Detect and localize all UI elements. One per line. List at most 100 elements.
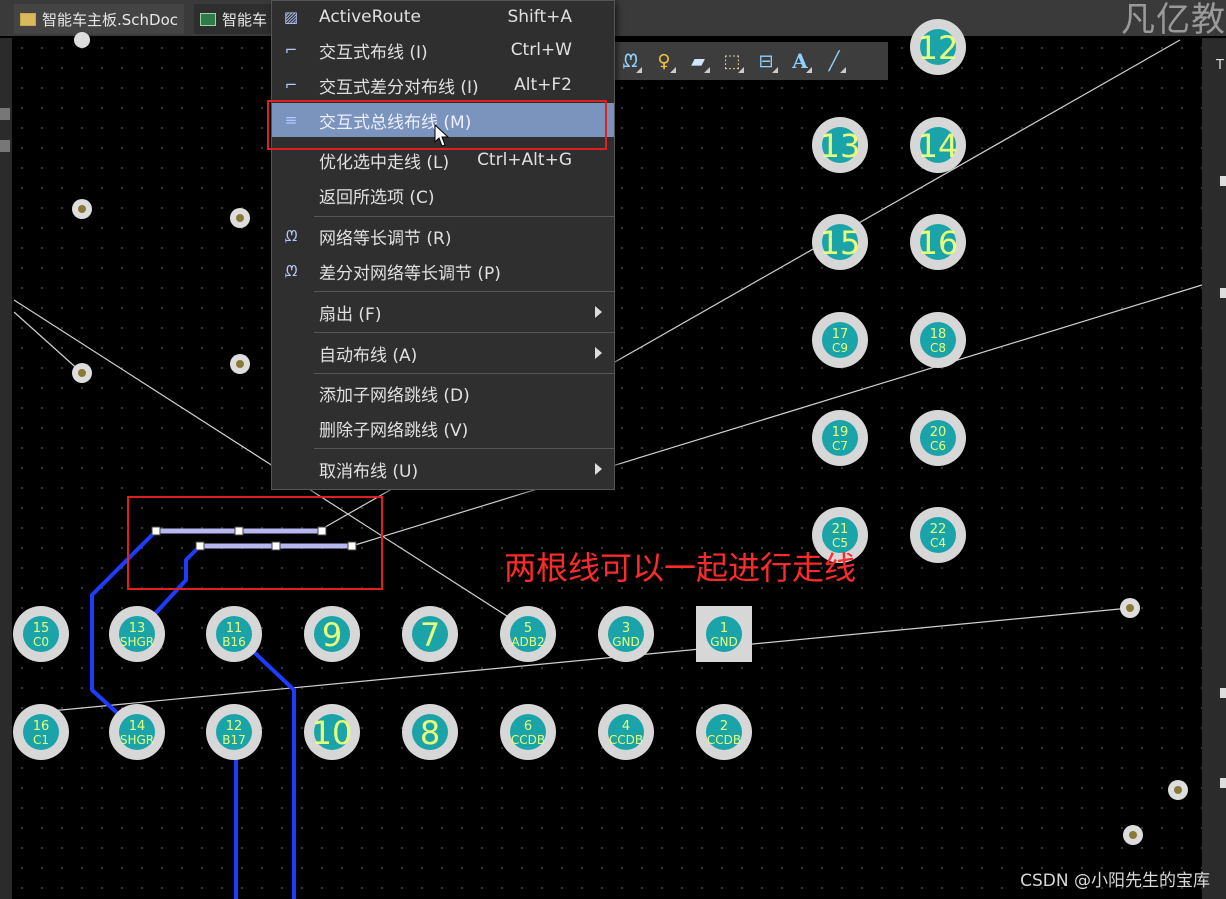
menu-item-label: 取消布线 (U) xyxy=(319,461,419,482)
text-icon[interactable]: A xyxy=(786,47,814,75)
menu-item[interactable]: 添加子网络跳线 (D) xyxy=(272,376,614,410)
menu-item[interactable]: 删除子网络跳线 (V) xyxy=(272,411,614,445)
menu-item-label: 交互式差分对布线 (I) xyxy=(319,77,479,98)
pad: 14 xyxy=(910,117,966,173)
pin-icon[interactable]: ♀ xyxy=(650,47,678,75)
menu-item-label: 交互式布线 (I) xyxy=(319,42,428,63)
pad-net-name: SHGR xyxy=(120,733,154,747)
pad-number: 20 xyxy=(930,425,947,440)
menu-item-shortcut: Ctrl+W xyxy=(510,40,572,60)
menu-item-shortcut: Alt+F2 xyxy=(514,75,572,95)
route-context-menu: ▨ ActiveRoute Shift+A ⌐ 交互式布线 (I) Ctrl+W ⌐ 交互式差… xyxy=(271,0,615,490)
menu-item[interactable]: ⌐ 交互式差分对布线 (I) Alt+F2 xyxy=(272,68,614,102)
csdn-watermark: CSDN @小阳先生的宝库 xyxy=(1020,871,1210,891)
pad-net-name: SHGR xyxy=(120,635,154,649)
submenu-arrow-icon xyxy=(595,463,602,475)
via xyxy=(230,208,250,228)
pad: 16C1 xyxy=(13,704,69,760)
pad-net-name: B16 xyxy=(222,635,246,649)
menu-item[interactable]: ⌐ 交互式布线 (I) Ctrl+W xyxy=(272,33,614,67)
pad-number: 16 xyxy=(33,719,50,734)
pad: 19C7 xyxy=(812,410,868,466)
via xyxy=(1120,598,1140,618)
pad-net-name: C1 xyxy=(33,733,49,747)
menu-item-label: 删除子网络跳线 (V) xyxy=(319,420,469,441)
pad-number: 12 xyxy=(918,29,959,67)
pad: 10 xyxy=(304,704,360,760)
pad-net-name: CCDB xyxy=(707,733,741,747)
menu-item-label: 扇出 (F) xyxy=(319,304,382,325)
menu-item-label: 返回所选项 (C) xyxy=(319,187,435,208)
ratsnest-line xyxy=(39,607,1131,713)
pad: 4CCDB xyxy=(598,704,654,760)
pad-net-name: C6 xyxy=(930,439,946,453)
pad: 12 xyxy=(910,19,966,75)
menu-item-shortcut: Shift+A xyxy=(507,7,572,27)
pad: 9 xyxy=(304,606,360,662)
pad-number: 2 xyxy=(720,719,728,734)
pad-number: 8 xyxy=(420,714,440,752)
pad: 18C8 xyxy=(910,312,966,368)
menu-item[interactable]: ᘻ 网络等长调节 (R) xyxy=(272,219,614,253)
pad-number: 21 xyxy=(832,522,849,537)
pad-number: 14 xyxy=(918,127,959,165)
pad-number: 19 xyxy=(832,425,849,440)
component-icon[interactable]: ⊟ xyxy=(752,47,780,75)
trace xyxy=(234,633,296,899)
pad: 11B16 xyxy=(206,606,262,662)
pad-number: 16 xyxy=(918,224,959,262)
pad: 3GND xyxy=(598,606,654,662)
via xyxy=(72,363,92,383)
pad-number: 7 xyxy=(420,616,440,654)
pad: 5ADB2 xyxy=(500,606,556,662)
pad-number: 10 xyxy=(312,714,353,752)
pad-number: 18 xyxy=(930,327,947,342)
menu-separator xyxy=(314,448,614,449)
line-icon[interactable]: ╱ xyxy=(820,47,848,75)
menu-item[interactable]: 扇出 (F) xyxy=(272,295,614,329)
submenu-arrow-icon xyxy=(595,347,602,359)
pad: 1GND xyxy=(696,606,752,662)
pad: 22C4 xyxy=(910,507,966,563)
pad-net-name: C7 xyxy=(832,439,848,453)
pad-number: 4 xyxy=(622,719,630,734)
pad-number: 15 xyxy=(33,621,50,636)
diff-route-icon: ⌐ xyxy=(284,76,298,94)
pad: 7 xyxy=(402,606,458,662)
pad: 15C0 xyxy=(13,606,69,662)
pad: 8 xyxy=(402,704,458,760)
menu-item[interactable]: ᘻ 差分对网络等长调节 (P) xyxy=(272,254,614,288)
traces-highlight-annotation-box xyxy=(127,496,383,590)
via xyxy=(1123,825,1143,845)
menu-item[interactable]: ▨ ActiveRoute Shift+A xyxy=(272,0,614,34)
pad-number: 6 xyxy=(524,719,532,734)
pad-net-name: GND xyxy=(612,635,640,649)
dimension-icon[interactable]: ⬚ xyxy=(718,47,746,75)
fill-icon[interactable]: ▰ xyxy=(684,47,712,75)
pad-number: 1 xyxy=(720,621,728,636)
mouse-cursor-icon xyxy=(434,124,450,147)
menu-separator xyxy=(314,216,614,217)
pad-net-name: C4 xyxy=(930,536,946,550)
pcb-active-toolbar: ᘻ ♀ ▰ ⬚ ⊟ A ╱ xyxy=(610,42,888,80)
pad-number: 11 xyxy=(226,621,243,636)
pad-number: 13 xyxy=(129,621,146,636)
pad: 20C6 xyxy=(910,410,966,466)
menu-item[interactable]: 返回所选项 (C) xyxy=(272,178,614,212)
menu-item-label: 差分对网络等长调节 (P) xyxy=(319,263,501,284)
wave-tune-icon[interactable]: ᘻ xyxy=(616,47,644,75)
pad-number: 15 xyxy=(820,224,861,262)
activeroute-icon: ▨ xyxy=(283,8,299,26)
pad: 6CCDB xyxy=(500,704,556,760)
pad-number: 12 xyxy=(226,719,243,734)
via xyxy=(72,199,92,219)
pad-number: 9 xyxy=(322,616,342,654)
menu-item-shortcut: Ctrl+Alt+G xyxy=(477,150,572,170)
pad: 12B17 xyxy=(206,704,262,760)
pad-number: 17 xyxy=(832,327,849,342)
menu-item-label: ActiveRoute xyxy=(319,7,421,27)
pad-number: 5 xyxy=(524,621,532,636)
menu-item-label: 网络等长调节 (R) xyxy=(319,228,452,249)
menu-item[interactable]: 自动布线 (A) xyxy=(272,336,614,370)
menu-item[interactable]: 取消布线 (U) xyxy=(272,452,614,486)
